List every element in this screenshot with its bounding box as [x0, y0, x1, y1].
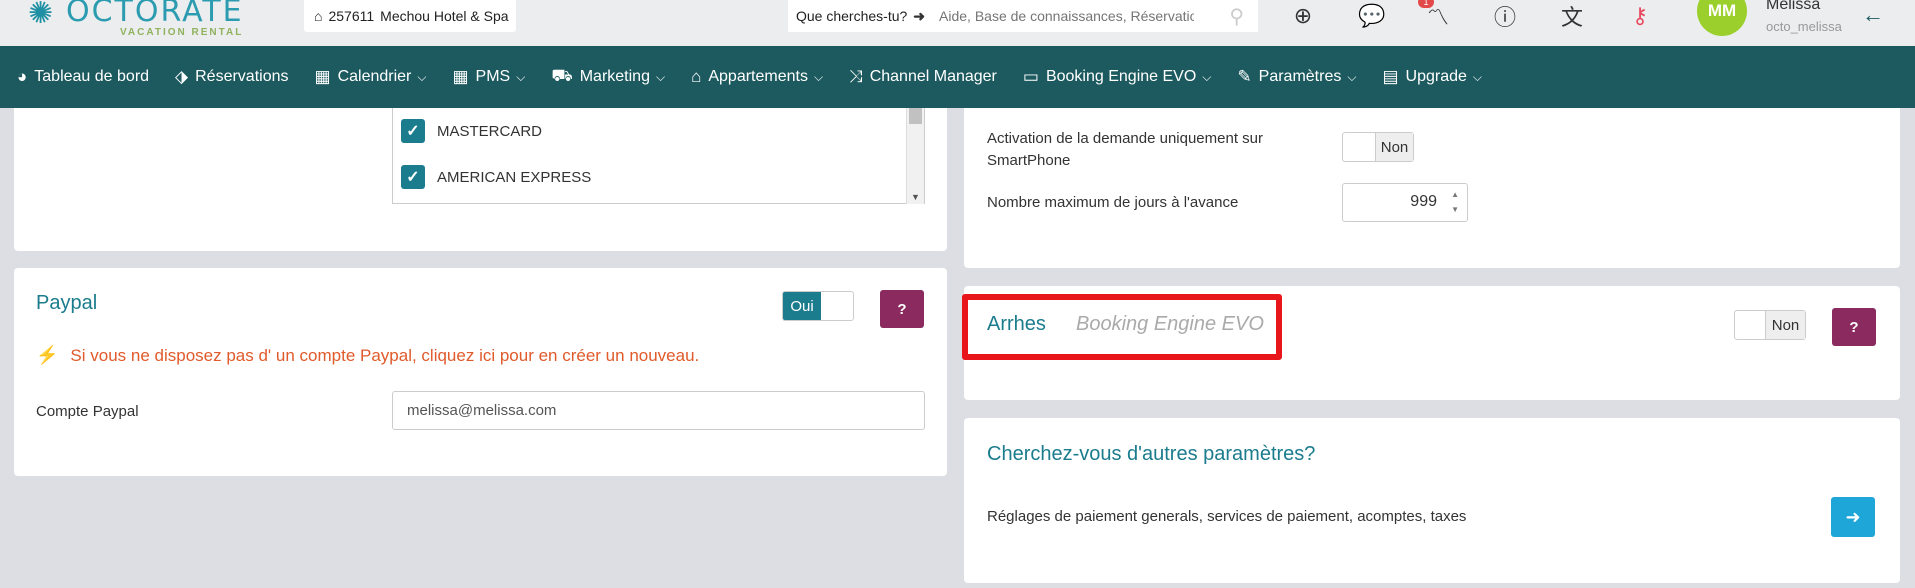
nav-item-label: Calendrier — [337, 68, 412, 85]
max-days-label: Nombre maximum de jours à l'avance — [987, 194, 1239, 211]
grid-icon: ▦ — [452, 67, 469, 86]
toggle-off-label: Non — [1765, 311, 1805, 339]
nav-item[interactable]: ▤ Upgrade ⌵ — [1382, 67, 1482, 87]
arrow-right-icon: ➜ — [1845, 506, 1861, 527]
chevron-down-icon: ⌵ — [1347, 69, 1357, 84]
arrhes-toggle[interactable]: Non — [1734, 310, 1806, 340]
top-bar: ✺ OCTORATE VACATION RENTAL ⌂ 257611 Mech… — [0, 0, 1915, 46]
nav-item-label: Booking Engine EVO — [1045, 68, 1197, 85]
cards-list: ✓ MASTERCARD ✓ AMERICAN EXPRESS ▼ — [392, 108, 925, 204]
credit-card-icon: ▤ — [1382, 67, 1399, 86]
chevron-down-icon: ⌵ — [1472, 69, 1482, 84]
list-item[interactable]: ✓ MASTERCARD — [393, 108, 924, 154]
number-stepper-icon[interactable]: ▲ ▼ — [1451, 187, 1459, 217]
user-login: octo_melissa — [1766, 19, 1842, 34]
nav-item-label: Marketing — [579, 68, 650, 85]
more-settings-text: Réglages de paiement generals, services … — [987, 508, 1467, 525]
scroll-down-icon[interactable]: ▼ — [911, 192, 920, 202]
search-icon[interactable]: ⚲ — [1229, 4, 1244, 29]
arrow-right-icon: ➜ — [913, 7, 926, 24]
cart-icon: ⛟ — [551, 66, 573, 85]
help-circle-icon[interactable]: ⓘ — [1489, 0, 1521, 32]
paypal-toggle[interactable]: Oui — [782, 291, 854, 321]
checkbox-checked-icon[interactable]: ✓ — [401, 119, 425, 143]
nav-item[interactable]: ⛟ Marketing ⌵ — [551, 66, 665, 88]
chevron-down-icon: ⌵ — [813, 69, 824, 84]
paypal-account-label: Compte Paypal — [36, 403, 139, 420]
nav-item[interactable]: ✎ Paramètres ⌵ — [1237, 67, 1356, 87]
nav-item[interactable]: ◕ Tableau de bord — [17, 67, 149, 87]
chat-icon[interactable]: 💬 — [1356, 0, 1388, 32]
paypal-signup-link[interactable]: ⚡ Si vous ne disposez pas d' un compte P… — [36, 345, 699, 366]
global-search: Que cherches-tu? ➜ ⚲ — [788, 0, 1258, 32]
scrollbar[interactable]: ▼ — [906, 108, 924, 204]
nav-item[interactable]: ▦ Calendrier ⌵ — [315, 67, 427, 87]
nav-item[interactable]: ▦ PMS ⌵ — [452, 67, 525, 87]
highlight-box — [962, 294, 1282, 360]
add-icon[interactable]: ⊕ — [1287, 0, 1319, 32]
paypal-warning-text: Si vous ne disposez pas d' un compte Pay… — [70, 345, 700, 365]
toggle-on-label: Oui — [783, 292, 821, 320]
translate-icon[interactable]: 文 — [1556, 0, 1588, 32]
paypal-help-button[interactable]: ? — [880, 290, 924, 328]
hotel-id: 257611 — [328, 8, 375, 24]
max-days-input[interactable]: 999 ▲ ▼ — [1342, 183, 1468, 222]
go-settings-button[interactable]: ➜ — [1831, 497, 1875, 537]
nav-item-label: Upgrade — [1405, 68, 1467, 85]
dashboard-icon: ◕ — [17, 67, 28, 86]
arrhes-help-button[interactable]: ? — [1832, 308, 1876, 346]
paypal-title: Paypal — [36, 292, 98, 314]
arrow-left-icon[interactable]: ← — [1862, 2, 1884, 28]
smartphone-label-line1: Activation de la demande uniquement sur — [987, 130, 1264, 147]
nav-item-label: Tableau de bord — [34, 68, 150, 85]
list-item[interactable]: ✓ AMERICAN EXPRESS — [393, 154, 924, 200]
nav-item[interactable]: ⌂ Appartements ⌵ — [691, 67, 823, 87]
smartphone-label-line2: SmartPhone — [987, 152, 1071, 169]
hotel-name: Mechou Hotel & Spa — [380, 8, 509, 24]
chevron-down-icon: ⌵ — [417, 69, 427, 84]
nav-item-label: Channel Manager — [869, 68, 997, 85]
max-days-value: 999 — [1410, 193, 1437, 210]
key-icon[interactable]: ⚷ — [1624, 0, 1656, 32]
tag-icon: ⬗ — [175, 67, 189, 86]
paypal-panel: Paypal Oui ? Compte Paypal — [14, 268, 947, 476]
user-name[interactable]: Melissa — [1766, 0, 1820, 14]
nav-item[interactable]: ▭ Booking Engine EVO ⌵ — [1023, 67, 1212, 87]
nav-item-label: Réservations — [195, 68, 289, 85]
checkbox-checked-icon[interactable]: ✓ — [401, 165, 425, 189]
shuffle-icon: ⤨ — [849, 67, 863, 86]
nav-item-label: Paramètres — [1258, 68, 1342, 85]
logo-text: OCTORATE — [66, 0, 244, 29]
search-input[interactable] — [939, 8, 1195, 24]
more-settings-panel: Cherchez-vous d'autres paramètres? Régla… — [964, 418, 1900, 583]
search-label: Que cherches-tu? — [796, 8, 908, 24]
nav-item[interactable]: ⤨ Channel Manager — [849, 67, 997, 87]
more-settings-title: Cherchez-vous d'autres paramètres? — [987, 443, 1316, 465]
avatar[interactable]: MM — [1697, 0, 1747, 36]
chevron-down-icon: ⌵ — [1202, 69, 1212, 84]
plug-icon: ⚡ — [36, 345, 59, 365]
wrench-icon: ✎ — [1237, 67, 1252, 86]
chevron-down-icon: ⌵ — [655, 69, 666, 84]
home-icon: ⌂ — [691, 67, 702, 86]
logo[interactable]: ✺ OCTORATE VACATION RENTAL — [28, 0, 248, 42]
scrollbar-thumb[interactable] — [909, 108, 922, 124]
toggle-off-label: Non — [1375, 133, 1413, 161]
smartphone-toggle[interactable]: Non — [1342, 132, 1414, 162]
calendar-icon: ▦ — [314, 67, 331, 86]
card-label: MASTERCARD — [437, 122, 543, 140]
main-nav: ◕ Tableau de bord ⬗ Réservations ▦ Calendrier… — [0, 46, 1915, 108]
monitor-icon: ▭ — [1022, 67, 1039, 86]
card-label: AMERICAN EXPRESS — [437, 168, 592, 186]
paypal-account-input[interactable] — [392, 391, 925, 430]
notification-badge: 1 — [1418, 0, 1434, 8]
logo-subtitle: VACATION RENTAL — [120, 27, 244, 38]
chevron-down-icon: ⌵ — [516, 69, 526, 84]
nav-item-label: Appartements — [708, 68, 808, 85]
nav-item[interactable]: ⬗ Réservations — [175, 67, 288, 87]
octopus-logo-icon: ✺ — [28, 0, 55, 31]
home-icon: ⌂ — [314, 8, 323, 24]
nav-item-label: PMS — [475, 68, 511, 85]
hotel-selector[interactable]: ⌂ 257611 Mechou Hotel & Spa — [304, 0, 516, 32]
